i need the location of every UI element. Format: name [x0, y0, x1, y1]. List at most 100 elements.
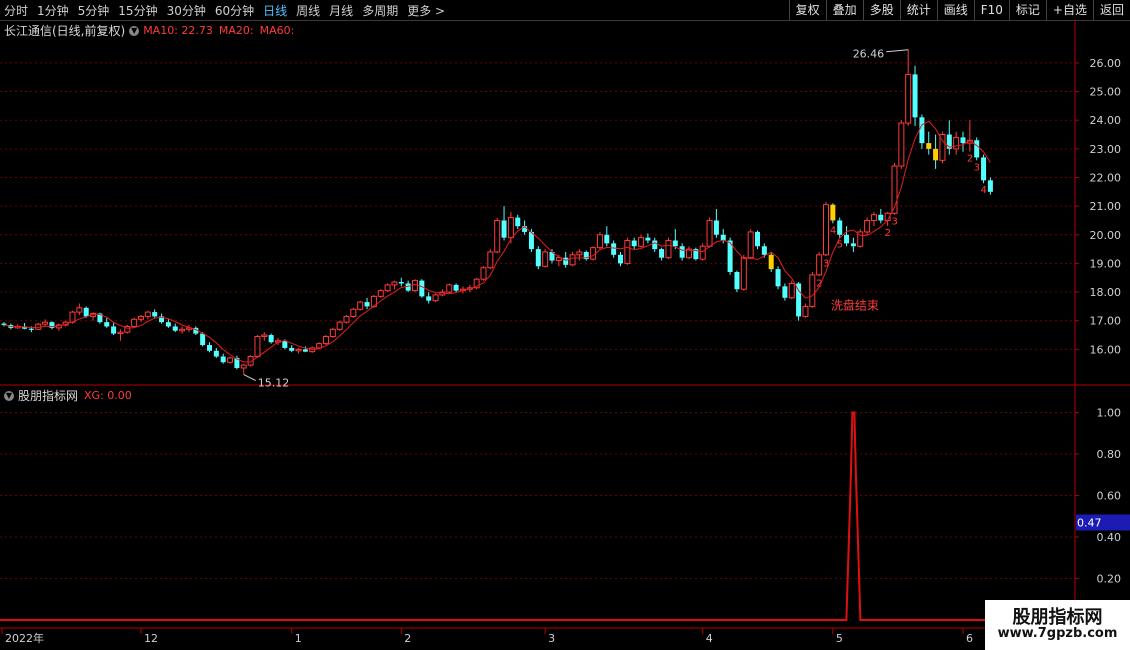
- candle-body: [850, 243, 856, 247]
- candle-body: [569, 254, 576, 266]
- candle-body: [672, 240, 678, 247]
- period-tab-6[interactable]: 日线: [263, 2, 287, 19]
- toolbar-button-1[interactable]: 叠加: [825, 0, 863, 20]
- candle-body: [659, 249, 665, 258]
- period-tab-8[interactable]: 月线: [329, 2, 353, 19]
- candle-body: [618, 254, 623, 264]
- candle-body: [515, 217, 521, 227]
- candle-body: [179, 328, 186, 332]
- low-price-label: 15.12: [258, 377, 290, 390]
- toolbar-button-4[interactable]: 画线: [936, 0, 974, 20]
- candle-body: [905, 73, 912, 124]
- candle-body: [823, 204, 829, 256]
- candle-body: [322, 335, 329, 345]
- y-tick-label: 25.00: [1090, 86, 1122, 99]
- xg-signal-line: [0, 411, 1075, 621]
- count-label: 3: [974, 162, 980, 173]
- y-tick-label: 24.00: [1090, 114, 1122, 127]
- candle-body: [679, 246, 685, 258]
- candle-body: [713, 220, 719, 235]
- candle-body: [419, 280, 425, 297]
- candle-body: [624, 240, 631, 264]
- candle-body: [432, 294, 439, 302]
- candle-body: [720, 234, 726, 241]
- toolbar-button-0[interactable]: 复权: [788, 0, 826, 20]
- indicator-title: 股朋指标网: [18, 389, 79, 403]
- period-tab-9[interactable]: 多周期: [362, 2, 398, 19]
- y-tick-label: 21.00: [1090, 200, 1122, 213]
- count-label: 3: [823, 258, 829, 269]
- candle-body: [398, 282, 404, 284]
- candle-body: [652, 240, 658, 250]
- candle-body: [336, 321, 343, 330]
- toolbar-button-5[interactable]: F10: [973, 0, 1009, 20]
- candle-body: [302, 349, 308, 352]
- current-value-label: 0.47: [1077, 516, 1102, 529]
- y-tick-label: 18.00: [1090, 286, 1122, 299]
- signal-candle: [830, 204, 836, 221]
- y-tick-label: 22.00: [1090, 171, 1122, 184]
- count-label: 2: [816, 278, 822, 289]
- ma10-value: MA10: 22.73: [143, 24, 213, 37]
- toolbar-button-8[interactable]: 返回: [1092, 0, 1130, 20]
- kline-chart[interactable]: 16.0017.0018.0019.0020.0021.0022.0023.00…: [0, 20, 1130, 650]
- candle-body: [446, 284, 453, 293]
- candle-body: [268, 335, 274, 343]
- toolbar-button-7[interactable]: +自选: [1045, 0, 1093, 20]
- candle-body: [207, 345, 212, 351]
- candle-body: [699, 245, 706, 260]
- signal-candle: [768, 254, 774, 270]
- period-tab-7[interactable]: 周线: [296, 2, 320, 19]
- x-tick-label: 1: [295, 632, 302, 645]
- ma60-value: MA60:: [259, 24, 295, 37]
- toolbar-button-6[interactable]: 标记: [1008, 0, 1046, 20]
- x-tick-label: 12: [144, 632, 158, 645]
- candle-body: [645, 237, 651, 241]
- count-label: 5: [837, 240, 843, 251]
- candle-body: [329, 328, 336, 337]
- toolbar-button-2[interactable]: 多股: [862, 0, 900, 20]
- period-tab-5[interactable]: 60分钟: [215, 2, 254, 19]
- candle-body: [316, 343, 323, 349]
- candle-body: [953, 136, 960, 150]
- candle-body: [144, 311, 151, 317]
- candle-body: [775, 269, 781, 287]
- sub-legend: ▼ 股朋指标网 XG: 0.00: [0, 387, 132, 404]
- period-tab-3[interactable]: 15分钟: [118, 2, 157, 19]
- candle-body: [576, 251, 583, 256]
- candle-body: [740, 257, 747, 290]
- period-tab-4[interactable]: 30分钟: [167, 2, 206, 19]
- y-tick-label: 0.80: [1097, 448, 1122, 461]
- chevron-down-icon[interactable]: ▼: [129, 25, 140, 36]
- period-tab-2[interactable]: 5分钟: [78, 2, 110, 19]
- period-tab-0[interactable]: 分时: [4, 2, 28, 19]
- candle-body: [816, 254, 823, 276]
- count-label: 2: [885, 228, 891, 239]
- period-tab-10[interactable]: 更多 >: [407, 2, 445, 19]
- watermark-url: www.7gpzb.com: [997, 626, 1118, 641]
- y-tick-label: 17.00: [1090, 315, 1122, 328]
- candle-body: [138, 315, 144, 320]
- main-legend: 长江通信(日线,前复权) ▼ MA10: 22.73 MA20: MA60:: [4, 22, 294, 39]
- candle-body: [83, 307, 89, 317]
- period-tab-1[interactable]: 1分钟: [37, 2, 69, 19]
- chevron-down-icon[interactable]: ▼: [4, 390, 14, 401]
- candle-body: [152, 312, 158, 317]
- toolbar-button-3[interactable]: 统计: [899, 0, 937, 20]
- candle-body: [426, 296, 432, 301]
- candle-body: [213, 350, 219, 357]
- candle-body: [974, 140, 980, 158]
- period-tabs: 分时 1分钟 5分钟 15分钟 30分钟 60分钟 日线 周线 月线 多周期 更多 >: [4, 0, 454, 20]
- y-tick-label: 0.40: [1097, 531, 1122, 544]
- candle-body: [542, 251, 549, 267]
- ma20-value: MA20:: [218, 24, 254, 37]
- candle-body: [384, 284, 391, 292]
- signal-candle: [933, 148, 939, 161]
- period-toolbar: 分时 1分钟 5分钟 15分钟 30分钟 60分钟 日线 周线 月线 多周期 更多 > 复权 叠加 多股…: [0, 0, 1130, 21]
- candle-body: [343, 315, 350, 323]
- candle-body: [131, 318, 138, 327]
- x-tick-label: 2: [404, 632, 411, 645]
- candle-body: [261, 334, 268, 337]
- candle-body: [357, 301, 364, 310]
- candle-body: [76, 307, 83, 313]
